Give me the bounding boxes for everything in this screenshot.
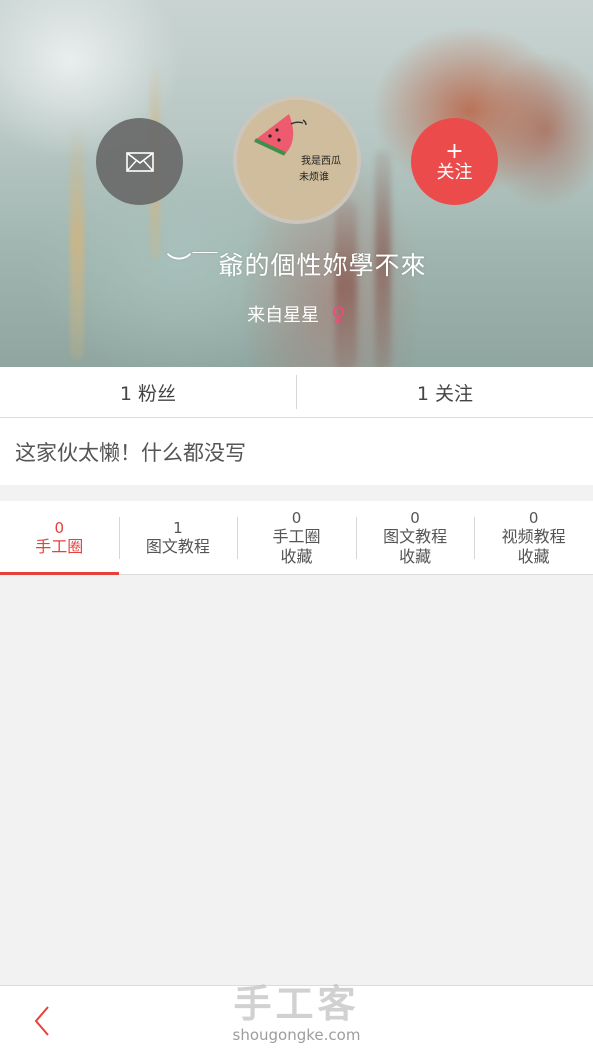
tab-count: 0 bbox=[528, 508, 539, 527]
tab-image-tutorial-favorites[interactable]: 0 图文教程 收藏 bbox=[355, 501, 475, 574]
tab-image-tutorials[interactable]: 1 图文教程 bbox=[118, 501, 238, 574]
location-text: 来自星星 bbox=[247, 305, 320, 326]
tab-count: 1 bbox=[173, 518, 183, 537]
tab-count: 0 bbox=[410, 508, 420, 527]
bottom-nav-bar: 手工客 shougongke.com bbox=[0, 982, 593, 1056]
female-symbol-icon: ♀ bbox=[331, 302, 346, 326]
svg-text:未烦谁: 未烦谁 bbox=[299, 170, 329, 183]
tab-label: 手工圈 收藏 bbox=[272, 526, 321, 566]
site-watermark: 手工客 shougongke.com bbox=[0, 982, 593, 1044]
content-tabs: 0 手工圈 1 图文教程 0 手工圈 收藏 0 图文教程 收藏 0 视频教程 收… bbox=[0, 501, 593, 575]
tab-label: 手工圈 bbox=[35, 536, 84, 556]
svg-text:我是西瓜: 我是西瓜 bbox=[301, 155, 341, 167]
avatar[interactable]: 我是西瓜 未烦谁 bbox=[233, 96, 361, 224]
stats-bar: 1 粉丝 1 关注 bbox=[0, 367, 593, 418]
username: ︶￣爺的個性妳學不來 bbox=[166, 251, 427, 280]
bio-text: 这家伙太懒！什么都没写 bbox=[0, 418, 593, 485]
follow-button[interactable]: + 关注 bbox=[411, 118, 498, 205]
watermark-title: 手工客 bbox=[233, 982, 360, 1026]
tab-handcraft-circle-favorites[interactable]: 0 手工圈 收藏 bbox=[237, 501, 356, 574]
tab-content-area bbox=[0, 575, 593, 985]
message-button[interactable] bbox=[96, 118, 183, 205]
fans-count[interactable]: 1 粉丝 bbox=[0, 367, 296, 417]
follow-label: 关注 bbox=[436, 161, 473, 183]
location-row: 来自星星 ♀ bbox=[0, 301, 593, 327]
following-count[interactable]: 1 关注 bbox=[297, 367, 593, 417]
tab-count: 0 bbox=[54, 518, 65, 537]
profile-header: 我是西瓜 未烦谁 + 关注 ︶￣爺的個性妳學不來 来自星星 ♀ bbox=[0, 0, 593, 367]
tab-handcraft-circle[interactable]: 0 手工圈 bbox=[0, 501, 119, 575]
tab-label: 图文教程 收藏 bbox=[383, 526, 448, 566]
background-decoration bbox=[335, 200, 357, 367]
envelope-icon bbox=[125, 151, 154, 172]
watermark-url: shougongke.com bbox=[232, 1026, 361, 1044]
plus-icon: + bbox=[445, 138, 464, 164]
tab-video-tutorial-favorites[interactable]: 0 视频教程 收藏 bbox=[474, 501, 593, 574]
tab-label: 视频教程 收藏 bbox=[501, 526, 566, 566]
tab-label: 图文教程 bbox=[145, 536, 210, 556]
tab-count: 0 bbox=[291, 508, 302, 527]
watermelon-avatar-image: 我是西瓜 未烦谁 bbox=[237, 100, 357, 220]
